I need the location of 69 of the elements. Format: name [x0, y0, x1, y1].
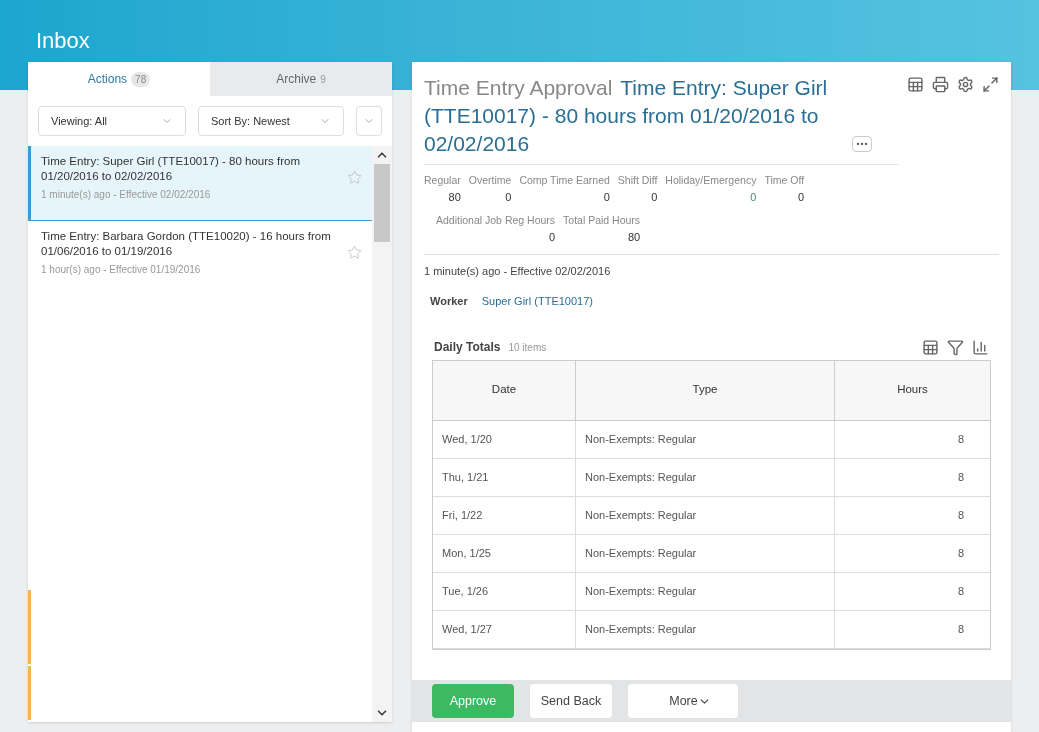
table-count: 10 items: [508, 340, 547, 355]
item-title: Time Entry: Super Girl (TTE10017) - 80 hours from 01/20/2016 to 02/02/2016: [41, 154, 302, 184]
stat-label: Total Paid Hours: [563, 213, 641, 229]
table-cell: Wed, 1/27: [433, 610, 576, 648]
table-cell-text: 8: [956, 469, 965, 485]
column-header[interactable]: Date: [433, 360, 576, 420]
column-header[interactable]: Type: [576, 360, 835, 420]
stat-label: Shift Diff: [617, 173, 658, 188]
star-icon[interactable]: [347, 245, 362, 260]
more-options-button[interactable]: [852, 136, 872, 152]
worker-label: Worker: [430, 294, 468, 309]
stat-label: Time Off: [764, 173, 805, 188]
scrollbar-thumb[interactable]: [374, 164, 390, 242]
table-cell-text: 8: [956, 621, 965, 637]
action-button[interactable]: Send Back: [530, 684, 612, 718]
table-cell: Thu, 1/21: [433, 458, 576, 496]
action-button[interactable]: More: [628, 684, 738, 718]
table-cell: Mon, 1/25: [433, 534, 576, 572]
tab[interactable]: Actions 78: [28, 62, 210, 96]
item-meta: 1 hour(s) ago - Effective 01/19/2016: [41, 263, 202, 277]
table-cell-text: 8: [956, 583, 965, 599]
stat-value: 0: [796, 189, 805, 205]
stat-value: 80: [447, 189, 461, 205]
page-title: Inbox: [36, 28, 90, 53]
stat-value: 0: [547, 230, 556, 245]
effective-text: 1 minute(s) ago - Effective 02/02/2016: [423, 263, 612, 279]
table-cell: Non-Exempts: Regular: [576, 496, 835, 534]
spreadsheet-icon[interactable]: [922, 338, 939, 356]
table-cell: Non-Exempts: Regular: [576, 572, 835, 610]
filter-dropdown[interactable]: Viewing: All: [38, 106, 186, 136]
inbox-item[interactable]: Time Entry: Barbara Gordon (TTE10020) - 16 hours from 01/06/2016 to 01/19/2016 1 hour(s) ago - Effective 01/19/2016: [28, 221, 372, 296]
chart-icon[interactable]: [972, 338, 989, 356]
print-icon[interactable]: [932, 76, 949, 93]
filter-icon[interactable]: [947, 338, 964, 356]
item-title: Time Entry: Barbara Gordon (TTE10020) - 16 hours from 01/06/2016 to 01/19/2016: [41, 229, 332, 259]
scrollbar[interactable]: [372, 146, 392, 722]
expand-icon[interactable]: [982, 76, 999, 93]
table-cell-text: 8: [956, 507, 965, 523]
table-cell: Tue, 1/26: [433, 572, 576, 610]
column-header[interactable]: Hours: [835, 360, 990, 420]
detail-title: Time Entry Approval Time Entry: Super Girl (TTE10017) - 80 hours from 01/20/2016 to 02/02/2016: [424, 75, 829, 157]
table-title: Daily Totals: [434, 338, 501, 356]
table-cell: Non-Exempts: Regular: [576, 420, 835, 458]
spreadsheet-icon[interactable]: [907, 76, 924, 93]
stat-label: Holiday/Emergency: [665, 173, 757, 188]
stat-value[interactable]: 0: [665, 188, 757, 206]
filter-dropdown[interactable]: Sort By: Newest: [198, 106, 344, 136]
stat-label: Comp Time Earned: [519, 173, 610, 188]
stat-value: 0: [650, 189, 658, 205]
stat-label: Overtime: [468, 173, 512, 188]
stat-value: 0: [504, 189, 512, 205]
item-meta: 1 minute(s) ago - Effective 02/02/2016: [41, 188, 212, 202]
edge-marker: [28, 666, 31, 720]
stat-value: 0: [602, 189, 610, 205]
table-cell-text: 8: [956, 545, 965, 561]
stat-label: Additional Job Reg Hours: [436, 213, 556, 229]
worker-link[interactable]: Super Girl (TTE10017): [481, 293, 593, 310]
table-cell: Non-Exempts: Regular: [576, 458, 835, 496]
table-cell: Non-Exempts: Regular: [576, 610, 835, 648]
table-cell: Fri, 1/22: [433, 496, 576, 534]
stat-value: 80: [626, 230, 641, 245]
star-icon[interactable]: [347, 170, 362, 185]
tab[interactable]: Archive 9: [210, 62, 392, 96]
stat-label: Regular: [424, 173, 461, 188]
table-cell: Wed, 1/20: [433, 420, 576, 458]
table-cell-text: 8: [956, 431, 965, 447]
table-cell: Non-Exempts: Regular: [576, 534, 835, 572]
inbox-item[interactable]: Time Entry: Super Girl (TTE10017) - 80 hours from 01/20/2016 to 02/02/2016 1 minute(s) ago - Effective 02/02/2016: [28, 146, 372, 221]
settings-icon[interactable]: [957, 76, 974, 93]
